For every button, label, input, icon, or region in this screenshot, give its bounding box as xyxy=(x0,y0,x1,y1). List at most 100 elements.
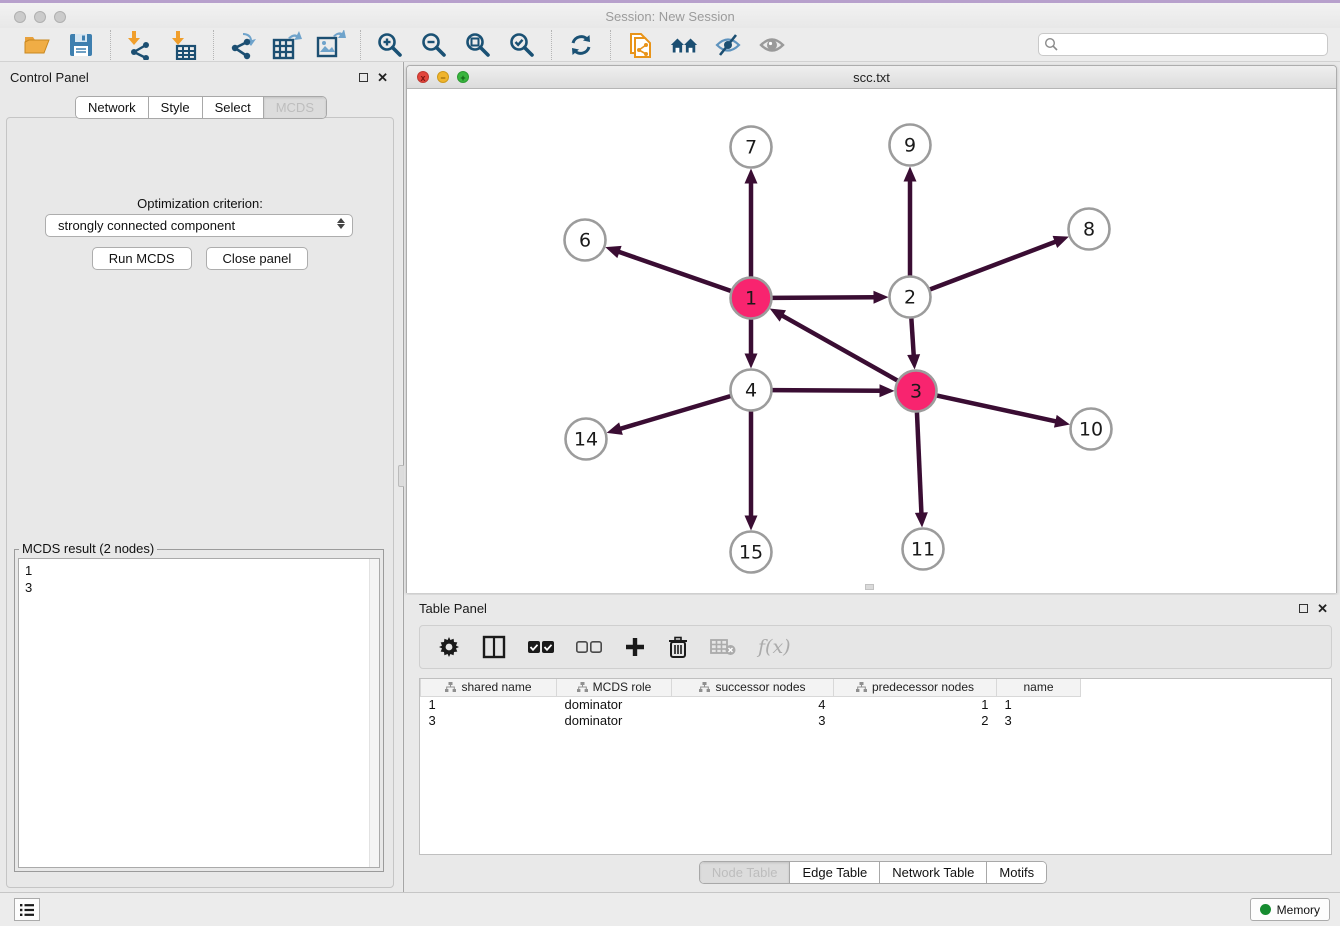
criterion-select[interactable]: strongly connected component xyxy=(45,214,353,237)
network-window-titlebar[interactable]: x − + scc.txt xyxy=(407,66,1336,89)
edge-4-3[interactable] xyxy=(772,390,881,391)
table-cell[interactable]: dominator xyxy=(557,696,672,712)
search-icon xyxy=(1044,37,1059,52)
edge-3-10[interactable] xyxy=(937,396,1057,422)
memory-status-icon xyxy=(1260,904,1271,915)
refresh-icon[interactable] xyxy=(566,30,596,60)
edge-arrow-icon xyxy=(873,291,888,304)
zoom-in-icon[interactable] xyxy=(375,30,405,60)
tab-node-table[interactable]: Node Table xyxy=(700,862,791,883)
window-title: Session: New Session xyxy=(0,9,1340,24)
duplicate-network-icon[interactable] xyxy=(625,30,655,60)
edge-3-11[interactable] xyxy=(917,412,922,514)
hide-panel-eye-icon[interactable] xyxy=(713,30,743,60)
memory-button[interactable]: Memory xyxy=(1250,898,1330,921)
settings-gear-icon[interactable] xyxy=(438,632,460,662)
result-scrollbar[interactable] xyxy=(369,559,379,867)
open-folder-icon[interactable] xyxy=(22,30,52,60)
column-header-MCDS-role[interactable]: MCDS role xyxy=(557,679,672,696)
show-panel-eye-icon[interactable] xyxy=(757,30,787,60)
zoom-fit-icon[interactable] xyxy=(463,30,493,60)
search-input[interactable] xyxy=(1038,33,1328,56)
edge-2-8[interactable] xyxy=(930,241,1057,289)
network-window-resize-grip[interactable] xyxy=(865,584,874,590)
table-cell[interactable]: 3 xyxy=(421,712,557,728)
tab-select[interactable]: Select xyxy=(203,97,264,118)
graph-node-label: 9 xyxy=(904,135,916,157)
tab-mcds[interactable]: MCDS xyxy=(264,97,326,118)
control-panel-float-icon[interactable] xyxy=(359,73,368,82)
table-panel-close-icon[interactable]: ✕ xyxy=(1317,601,1328,617)
add-column-icon[interactable] xyxy=(624,632,646,662)
control-panel-tabbar: NetworkStyleSelectMCDS xyxy=(75,96,327,119)
control-panel-close-icon[interactable]: ✕ xyxy=(377,70,388,86)
edge-3-1[interactable] xyxy=(781,315,897,381)
edge-arrow-icon xyxy=(904,167,917,182)
main-toolbar xyxy=(0,28,1340,62)
table-row[interactable]: 1dominator411 xyxy=(421,696,1081,712)
edge-1-2[interactable] xyxy=(772,297,875,298)
tab-motifs[interactable]: Motifs xyxy=(987,862,1046,883)
network-window: x − + scc.txt 7968124314101511 xyxy=(406,65,1337,593)
run-mcds-button[interactable]: Run MCDS xyxy=(92,247,192,270)
tab-edge-table[interactable]: Edge Table xyxy=(790,862,880,883)
save-session-icon[interactable] xyxy=(66,30,96,60)
tree-icon xyxy=(577,682,588,692)
toggle-column-panel-icon[interactable] xyxy=(482,632,506,662)
edge-arrow-icon xyxy=(915,512,928,527)
graph-node-label: 1 xyxy=(745,288,757,310)
tab-network[interactable]: Network xyxy=(76,97,149,118)
table-cell[interactable]: 1 xyxy=(997,696,1081,712)
table-cell[interactable]: 1 xyxy=(834,696,997,712)
import-table-icon[interactable] xyxy=(169,30,199,60)
table-cell[interactable]: 1 xyxy=(421,696,557,712)
deselect-all-checkboxes-icon[interactable] xyxy=(576,632,602,662)
show-all-networks-icon[interactable] xyxy=(669,30,699,60)
export-image-icon[interactable] xyxy=(316,30,346,60)
table-cell[interactable]: 3 xyxy=(997,712,1081,728)
table-cell[interactable]: 2 xyxy=(834,712,997,728)
graph-node-label: 11 xyxy=(911,539,935,561)
task-history-button[interactable] xyxy=(14,898,40,921)
column-header-predecessor-nodes[interactable]: predecessor nodes xyxy=(834,679,997,696)
column-header-successor-nodes[interactable]: successor nodes xyxy=(672,679,834,696)
tab-style[interactable]: Style xyxy=(149,97,203,118)
edge-arrow-icon xyxy=(1054,415,1070,428)
zoom-out-icon[interactable] xyxy=(419,30,449,60)
network-canvas[interactable]: 7968124314101511 xyxy=(407,90,1336,593)
table-cell[interactable]: 3 xyxy=(672,712,834,728)
status-bar: Memory xyxy=(0,892,1340,926)
graph-node-label: 6 xyxy=(579,230,591,252)
function-builder-icon[interactable]: f(x) xyxy=(758,632,791,662)
export-table-icon[interactable] xyxy=(272,30,302,60)
export-network-icon[interactable] xyxy=(228,30,258,60)
edge-4-14[interactable] xyxy=(619,396,730,429)
import-network-icon[interactable] xyxy=(125,30,155,60)
column-header-name[interactable]: name xyxy=(997,679,1081,696)
graph-node-label: 14 xyxy=(574,429,598,451)
table-toolbar: f(x) xyxy=(419,625,1332,669)
graph-node-label: 4 xyxy=(745,380,757,402)
tab-network-table[interactable]: Network Table xyxy=(880,862,987,883)
select-all-checkboxes-icon[interactable] xyxy=(528,632,554,662)
zoom-selected-icon[interactable] xyxy=(507,30,537,60)
workspace: x − + scc.txt 7968124314101511 Table Pan… xyxy=(404,62,1340,892)
column-header-shared-name[interactable]: shared name xyxy=(421,679,557,696)
table-panel-float-icon[interactable] xyxy=(1299,604,1308,613)
edge-arrow-icon xyxy=(907,354,920,369)
edge-2-3[interactable] xyxy=(911,318,913,356)
mcds-result-text[interactable]: 13 xyxy=(18,558,380,868)
table-cell[interactable]: 4 xyxy=(672,696,834,712)
task-list-icon xyxy=(19,903,35,917)
table-cell[interactable]: dominator xyxy=(557,712,672,728)
table-panel-title: Table Panel xyxy=(419,601,487,616)
edge-1-6[interactable] xyxy=(618,251,731,291)
result-line: 1 xyxy=(25,562,379,579)
mcds-result-group: MCDS result (2 nodes) 13 xyxy=(14,549,384,872)
delete-column-trash-icon[interactable] xyxy=(668,632,688,662)
close-panel-button[interactable]: Close panel xyxy=(206,247,309,270)
delete-table-icon[interactable] xyxy=(710,632,736,662)
tree-icon xyxy=(699,682,710,692)
network-graph[interactable]: 7968124314101511 xyxy=(407,90,1336,593)
table-row[interactable]: 3dominator323 xyxy=(421,712,1081,728)
